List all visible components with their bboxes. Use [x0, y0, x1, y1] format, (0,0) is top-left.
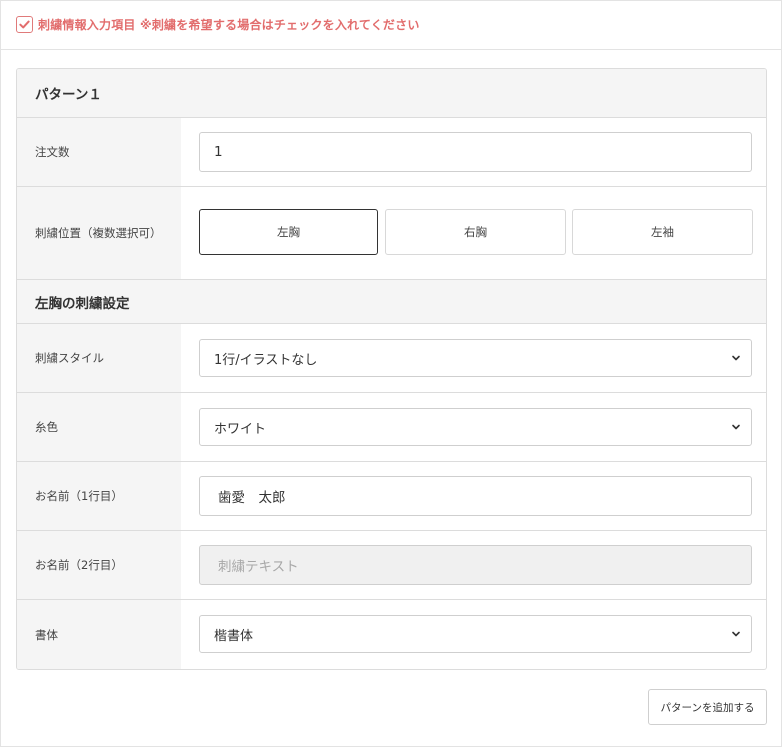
position-option-label: 左胸: [277, 225, 300, 239]
name-line2-label: お名前（2行目）: [17, 531, 181, 599]
pattern-title: パターン１: [17, 69, 766, 118]
pattern-card: パターン１ 注文数 1 刺繍位置（複数選択可） 左胸 右胸 左袖 左胸の刺繍設定…: [16, 68, 767, 670]
thread-color-label: 糸色: [17, 393, 181, 461]
position-label: 刺繍位置（複数選択可）: [17, 187, 181, 279]
font-select[interactable]: 楷書体: [199, 615, 752, 653]
font-label: 書体: [17, 600, 181, 669]
name-line2-input[interactable]: 刺繍テキスト: [199, 545, 752, 585]
name-line1-input[interactable]: 歯愛 太郎: [199, 476, 752, 516]
position-option-left-chest[interactable]: 左胸: [199, 209, 378, 255]
order-count-value: 1: [214, 144, 223, 160]
position-row: 刺繍位置（複数選択可） 左胸 右胸 左袖: [17, 187, 766, 280]
name-line1-label: お名前（1行目）: [17, 462, 181, 530]
chevron-down-icon: [732, 424, 740, 430]
embroidery-header-text: 刺繍情報入力項目 ※刺繍を希望する場合はチェックを入れてください: [38, 18, 420, 32]
add-pattern-button[interactable]: パターンを追加する: [648, 689, 767, 725]
position-option-right-chest[interactable]: 右胸: [385, 209, 566, 255]
style-select[interactable]: 1行/イラストなし: [199, 339, 752, 377]
thread-color-select[interactable]: ホワイト: [199, 408, 752, 446]
thread-color-value: ホワイト: [214, 421, 267, 437]
name-line1-value: 歯愛 太郎: [218, 490, 286, 506]
chevron-down-icon: [732, 355, 740, 361]
add-pattern-label: パターンを追加する: [660, 701, 755, 714]
font-row: 書体 楷書体: [17, 600, 766, 669]
embroidery-header: 刺繍情報入力項目 ※刺繍を希望する場合はチェックを入れてください: [0, 0, 782, 50]
thread-color-row: 糸色 ホワイト: [17, 393, 766, 462]
order-count-row: 注文数 1: [17, 118, 766, 187]
order-count-label: 注文数: [17, 118, 181, 186]
order-count-input[interactable]: 1: [199, 132, 752, 172]
chevron-down-icon: [732, 631, 740, 637]
name-line2-placeholder: 刺繍テキスト: [218, 559, 299, 575]
name-line2-row: お名前（2行目） 刺繍テキスト: [17, 531, 766, 600]
font-value: 楷書体: [214, 628, 254, 644]
style-row: 刺繍スタイル 1行/イラストなし: [17, 324, 766, 393]
position-option-label: 右胸: [464, 225, 487, 239]
style-value: 1行/イラストなし: [214, 352, 318, 368]
check-icon: [19, 20, 30, 29]
settings-title: 左胸の刺繍設定: [17, 280, 766, 324]
embroidery-checkbox[interactable]: [16, 16, 33, 33]
style-label: 刺繍スタイル: [17, 324, 181, 392]
position-option-left-sleeve[interactable]: 左袖: [572, 209, 753, 255]
name-line1-row: お名前（1行目） 歯愛 太郎: [17, 462, 766, 531]
position-option-label: 左袖: [651, 225, 674, 239]
